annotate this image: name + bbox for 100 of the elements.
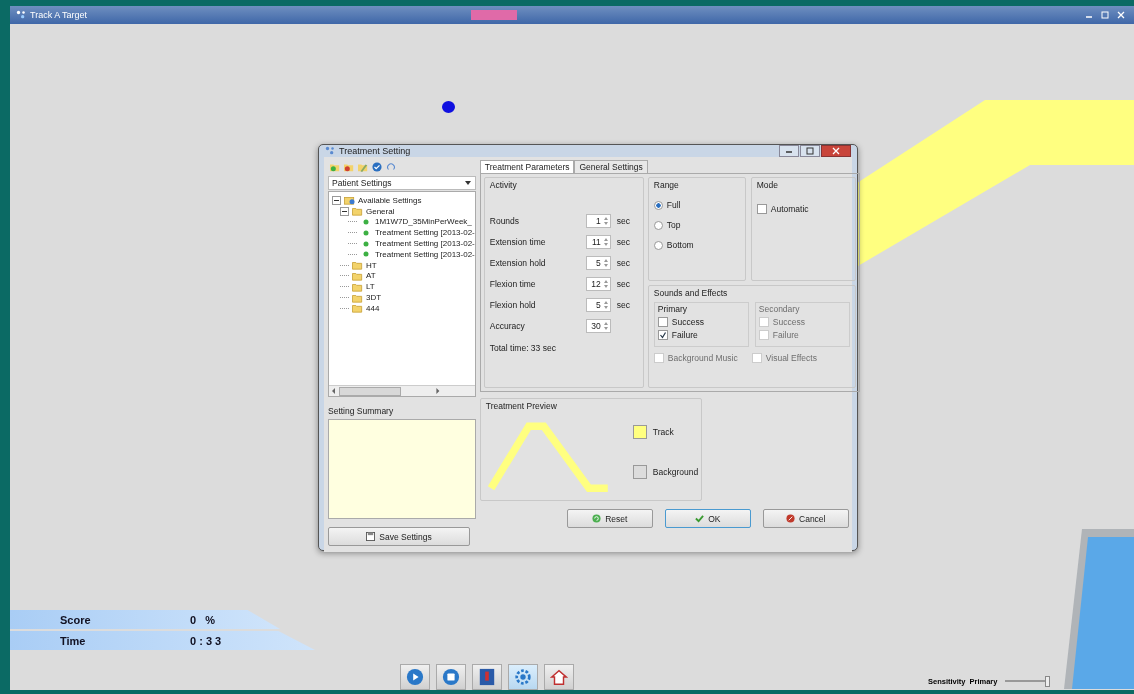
group-title: Activity (489, 180, 518, 190)
tab[interactable]: Treatment Parameters (479, 160, 575, 173)
swatch-label: Track (652, 427, 674, 437)
check-icon[interactable] (372, 162, 382, 172)
scrollbar[interactable] (329, 385, 475, 396)
play-button[interactable] (400, 664, 430, 690)
play-icon (406, 668, 424, 686)
tree-item[interactable]: HT (366, 260, 377, 270)
option-label: Top (666, 220, 681, 230)
maximize-button[interactable] (800, 145, 820, 157)
radio-button[interactable] (653, 240, 663, 250)
number-spinner[interactable]: 11 (585, 234, 611, 249)
caret-icon (463, 180, 472, 186)
parameter-label: Accuracy (489, 320, 526, 331)
tree-item[interactable]: 444 (366, 303, 380, 313)
color-swatch[interactable] (632, 425, 647, 439)
home-button[interactable] (544, 664, 574, 690)
cancel-icon (786, 514, 796, 523)
maximize-icon[interactable] (1100, 10, 1110, 20)
number-spinner[interactable]: 1 (585, 213, 611, 228)
cancel-button[interactable]: Cancel (762, 509, 849, 528)
parameter-label: Rounds (489, 215, 521, 226)
settings-button[interactable] (508, 664, 538, 690)
save-button[interactable]: Save Settings (328, 527, 470, 546)
option-label: Visual Effects (765, 353, 817, 363)
tree-item[interactable]: 3DT (366, 293, 382, 303)
parameter-label: Extension time (489, 236, 547, 247)
tree-item[interactable]: Available Settings (358, 195, 422, 205)
settings-dropdown[interactable]: Patient Settings (328, 176, 476, 190)
close-button[interactable] (821, 145, 851, 157)
score-label: Score (59, 613, 92, 626)
parameter-label: Extension hold (489, 257, 547, 268)
ok-button[interactable]: OK (664, 509, 751, 528)
summary-label: Setting Summary (328, 406, 395, 416)
collapse-icon[interactable] (340, 206, 349, 216)
edit-icon[interactable] (358, 162, 368, 172)
stop-button[interactable] (436, 664, 466, 690)
tree-item[interactable]: LT (366, 282, 375, 292)
tab[interactable]: General Settings (574, 160, 648, 173)
reset-button[interactable]: Reset (566, 509, 653, 528)
slider-thumb[interactable] (1045, 676, 1051, 687)
group-title: Primary (657, 304, 689, 314)
collapse-icon[interactable] (332, 195, 341, 205)
option-label: Full (666, 200, 681, 210)
close-icon[interactable] (1116, 10, 1126, 20)
report-button[interactable] (472, 664, 502, 690)
minimize-button[interactable] (779, 145, 799, 157)
floppy-icon (366, 532, 376, 541)
checkbox[interactable] (657, 330, 668, 340)
number-spinner[interactable]: 5 (585, 255, 611, 270)
dot-icon (363, 229, 369, 236)
folder-icon (352, 281, 363, 292)
checkbox[interactable] (756, 204, 767, 214)
add-icon[interactable] (330, 162, 340, 172)
folder-icon (352, 303, 363, 314)
scroll-left-icon[interactable] (330, 387, 338, 395)
tree-item[interactable]: Treatment Setting [2013-02- (375, 239, 475, 249)
tree-item[interactable]: General (366, 206, 395, 216)
score-value: 0 % (190, 613, 216, 626)
home-icon (550, 668, 568, 686)
option-label: Bottom (666, 240, 694, 250)
total-time: Total time: 33 sec (489, 343, 557, 353)
unit-label: sec (616, 257, 630, 268)
group-title: Treatment Preview (485, 401, 558, 411)
dialog-title: Treatment Setting (339, 146, 411, 156)
parameter-label: Flexion time (489, 278, 537, 289)
document-icon (478, 668, 496, 686)
group-title: Range (653, 180, 680, 190)
group-title: Mode (756, 180, 780, 190)
color-swatch[interactable] (632, 465, 647, 479)
app-icon (325, 146, 335, 156)
radio-button[interactable] (653, 200, 663, 210)
swatch-label: Background (652, 467, 699, 477)
tree-item[interactable]: Treatment Setting [2013-02- (375, 228, 475, 238)
refresh-icon[interactable] (386, 162, 396, 172)
option-label: Background Music (667, 353, 738, 363)
folder-icon (352, 270, 363, 281)
group-title: Sounds and Effects (653, 288, 729, 298)
checkbox[interactable] (657, 317, 668, 327)
dot-icon (363, 219, 369, 225)
target-dot (442, 101, 455, 113)
number-spinner[interactable]: 30 (585, 318, 611, 333)
dot-icon (363, 240, 369, 247)
folder-icon (352, 260, 363, 271)
number-spinner[interactable]: 12 (585, 276, 611, 291)
unit-label: sec (616, 215, 630, 226)
number-spinner[interactable]: 5 (585, 297, 611, 312)
tree-item[interactable]: AT (366, 271, 376, 281)
tree-item[interactable]: Treatment Setting [2013-02- (375, 249, 475, 259)
radio-button[interactable] (653, 220, 663, 230)
tree-item[interactable]: 1M1W7D_35MinPerWeek_ (375, 217, 472, 227)
unit-label: sec (616, 299, 630, 310)
score-label: Time (59, 634, 87, 647)
window-title: Track A Target (30, 10, 88, 20)
check-icon (695, 514, 705, 523)
delete-icon[interactable] (344, 162, 354, 172)
stop-icon (442, 668, 460, 686)
folder-icon (352, 292, 363, 303)
gear-icon (514, 668, 532, 686)
option-label: Failure (772, 330, 799, 340)
